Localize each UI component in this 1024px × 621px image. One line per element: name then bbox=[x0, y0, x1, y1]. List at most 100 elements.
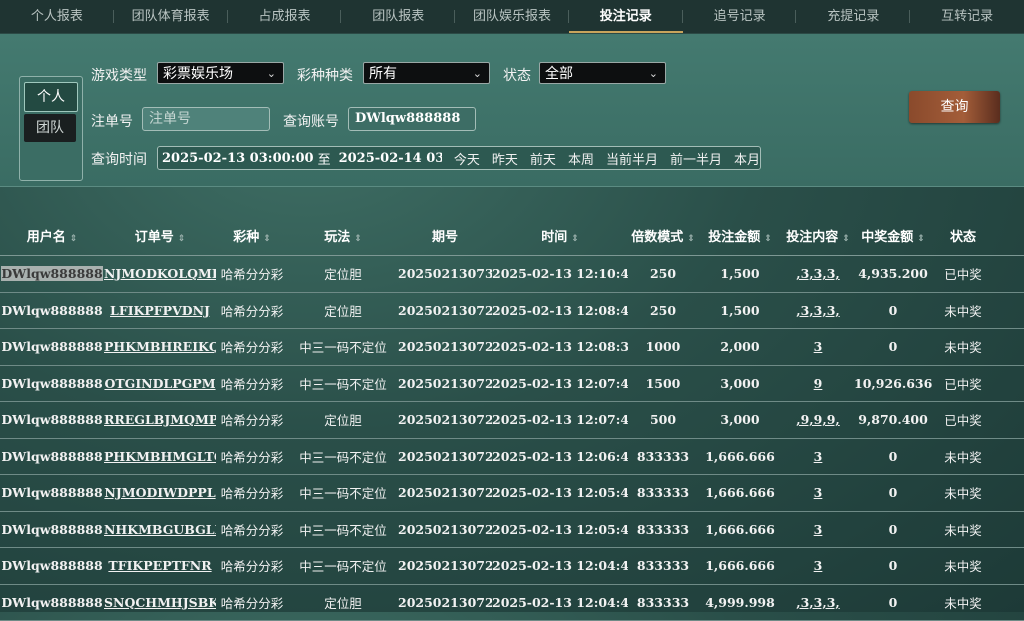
cell-multiplier: 250 bbox=[628, 303, 698, 318]
status-select[interactable]: 全部 ⌄ bbox=[539, 62, 666, 84]
quick-today[interactable]: 今天 bbox=[454, 149, 480, 168]
cell-bet-amount: 1,666.666 bbox=[698, 558, 782, 573]
sort-icon[interactable]: ⇕ bbox=[354, 234, 362, 244]
cell-bet-content[interactable]: ,3,3,3, bbox=[782, 595, 854, 610]
cell-bet-amount: 3,000 bbox=[698, 376, 782, 391]
cell-bet-amount: 1,500 bbox=[698, 303, 782, 318]
cell-lottery: 哈希分分彩 bbox=[216, 593, 288, 612]
tab-team-report[interactable]: 团队报表 bbox=[341, 0, 455, 33]
quick-yesterday[interactable]: 昨天 bbox=[492, 149, 518, 168]
cell-order-no[interactable]: NJMODKOLQML bbox=[104, 266, 216, 281]
scope-personal-button[interactable]: 个人 bbox=[24, 82, 78, 112]
cell-bet-content[interactable]: 9 bbox=[782, 376, 854, 391]
column-header-order-no[interactable]: 订单号⇕ bbox=[104, 226, 216, 245]
cell-order-no[interactable]: NJMODIWDPPL bbox=[104, 485, 216, 500]
cell-bet-content[interactable]: 3 bbox=[782, 449, 854, 464]
table-row: DWlqw888888LFIKPFPVDNJ哈希分分彩定位胆2025021307… bbox=[0, 293, 1024, 330]
quick-this-week[interactable]: 本周 bbox=[568, 149, 594, 168]
account-input[interactable]: DWlqw888888 bbox=[348, 107, 476, 131]
cell-status: 未中奖 bbox=[932, 447, 994, 466]
query-time-label: 查询时间 bbox=[91, 149, 147, 169]
cell-username: DWlqw888888 bbox=[0, 376, 104, 391]
column-header-lottery[interactable]: 彩种⇕ bbox=[216, 226, 288, 245]
cell-status: 未中奖 bbox=[932, 593, 994, 612]
cell-username: DWlqw888888 bbox=[0, 412, 104, 427]
lottery-type-select[interactable]: 所有 ⌄ bbox=[363, 62, 490, 84]
tab-transfer-records[interactable]: 互转记录 bbox=[910, 0, 1024, 33]
cell-order-no[interactable]: PHKMBHREIKQ bbox=[104, 339, 216, 354]
column-header-bet-amount[interactable]: 投注金额⇕ bbox=[698, 226, 782, 245]
tab-team-sports-report[interactable]: 团队体育报表 bbox=[114, 0, 228, 33]
query-button[interactable]: 查询 bbox=[909, 91, 1000, 123]
cell-bet-content[interactable]: ,3,3,3, bbox=[782, 303, 854, 318]
cell-bet-amount: 1,666.666 bbox=[698, 485, 782, 500]
cell-lottery: 哈希分分彩 bbox=[216, 374, 288, 393]
cell-order-no[interactable]: RREGLBJMQMP bbox=[104, 412, 216, 427]
sort-icon[interactable]: ⇕ bbox=[571, 234, 579, 244]
column-header-play[interactable]: 玩法⇕ bbox=[288, 226, 398, 245]
column-header-time[interactable]: 时间⇕ bbox=[492, 226, 628, 245]
cell-multiplier: 833333 bbox=[628, 595, 698, 610]
tab-chase-records[interactable]: 追号记录 bbox=[683, 0, 797, 33]
cell-bet-content[interactable]: 3 bbox=[782, 522, 854, 537]
cell-order-no[interactable]: LFIKPFPVDNJ bbox=[104, 303, 216, 318]
date-to[interactable]: 2025-02-14 03:00:00 bbox=[335, 151, 442, 166]
sort-icon[interactable]: ⇕ bbox=[178, 234, 186, 244]
tab-bet-records[interactable]: 投注记录 bbox=[569, 0, 683, 33]
cell-multiplier: 1000 bbox=[628, 339, 698, 354]
status-label: 状态 bbox=[503, 65, 531, 85]
date-range-picker[interactable]: 2025-02-13 03:00:00 至 2025-02-14 03:00:0… bbox=[157, 146, 761, 170]
column-header-bet-content[interactable]: 投注内容⇕ bbox=[782, 226, 854, 245]
game-type-select[interactable]: 彩票娱乐场 ⌄ bbox=[157, 62, 284, 84]
quick-current-half-month[interactable]: 当前半月 bbox=[606, 149, 658, 168]
table-row: DWlqw888888NJMODIWDPPL哈希分分彩中三一码不定位202502… bbox=[0, 475, 1024, 512]
quick-this-month[interactable]: 本月 bbox=[734, 149, 760, 168]
sort-icon[interactable]: ⇕ bbox=[687, 234, 695, 244]
scope-team-button[interactable]: 团队 bbox=[24, 114, 76, 142]
cell-order-no[interactable]: TFIKPEPTFNR bbox=[104, 558, 216, 573]
sort-icon[interactable]: ⇕ bbox=[842, 234, 850, 244]
table-row: DWlqw888888PHKMBHREIKQ哈希分分彩中三一码不定位202502… bbox=[0, 329, 1024, 366]
cell-bet-amount: 2,000 bbox=[698, 339, 782, 354]
sort-icon[interactable]: ⇕ bbox=[917, 234, 925, 244]
cell-issue: 202502130729 bbox=[398, 339, 492, 354]
sort-icon[interactable]: ⇕ bbox=[70, 234, 78, 244]
column-header-username[interactable]: 用户名⇕ bbox=[0, 226, 104, 245]
cell-bet-content[interactable]: 3 bbox=[782, 485, 854, 500]
cell-order-no[interactable]: SNQCHMHJSBK bbox=[104, 595, 216, 610]
cell-win-amount: 10,926.636 bbox=[854, 376, 932, 391]
order-number-input[interactable]: 注单号 bbox=[142, 107, 270, 131]
cell-bet-content[interactable]: 3 bbox=[782, 339, 854, 354]
cell-order-no[interactable]: OTGINDLPGPM bbox=[104, 376, 216, 391]
cell-status: 未中奖 bbox=[932, 337, 994, 356]
cell-play: 定位胆 bbox=[288, 593, 398, 612]
table-row: DWlqw888888TFIKPEPTFNR哈希分分彩中三一码不定位202502… bbox=[0, 548, 1024, 585]
cell-issue: 202502130726 bbox=[398, 485, 492, 500]
tab-team-entertainment-report[interactable]: 团队娱乐报表 bbox=[455, 0, 569, 33]
column-header-multiplier[interactable]: 倍数模式⇕ bbox=[628, 226, 698, 245]
cell-order-no[interactable]: PHKMBHMGLTQ bbox=[104, 449, 216, 464]
cell-username: DWlqw888888 bbox=[0, 449, 104, 464]
sort-icon[interactable]: ⇕ bbox=[263, 234, 271, 244]
cell-win-amount: 0 bbox=[854, 449, 932, 464]
date-from[interactable]: 2025-02-13 03:00:00 bbox=[158, 151, 314, 166]
cell-username: DWlqw888888 bbox=[0, 339, 104, 354]
column-header-win-amount[interactable]: 中奖金额⇕ bbox=[854, 226, 932, 245]
report-tabs: 个人报表 团队体育报表 占成报表 团队报表 团队娱乐报表 投注记录 追号记录 充… bbox=[0, 0, 1024, 34]
cell-multiplier: 500 bbox=[628, 412, 698, 427]
cell-bet-content[interactable]: ,9,9,9, bbox=[782, 412, 854, 427]
cell-bet-content[interactable]: 3 bbox=[782, 558, 854, 573]
quick-previous-half-month[interactable]: 前一半月 bbox=[670, 149, 722, 168]
tab-personal-report[interactable]: 个人报表 bbox=[0, 0, 114, 33]
tab-deposit-withdraw-records[interactable]: 充提记录 bbox=[796, 0, 910, 33]
cell-bet-content[interactable]: ,3,3,3, bbox=[782, 266, 854, 281]
table-row: DWlqw888888SNQCHMHJSBK哈希分分彩定位胆2025021307… bbox=[0, 585, 1024, 621]
cell-bet-amount: 4,999.998 bbox=[698, 595, 782, 610]
date-separator: 至 bbox=[314, 149, 335, 168]
quick-day-before[interactable]: 前天 bbox=[530, 149, 556, 168]
cell-time: 2025-02-13 12:06:44 bbox=[492, 449, 628, 464]
cell-order-no[interactable]: NHKMBGUBGLR bbox=[104, 522, 216, 537]
tab-share-report[interactable]: 占成报表 bbox=[228, 0, 342, 33]
cell-play: 中三一码不定位 bbox=[288, 374, 398, 393]
sort-icon[interactable]: ⇕ bbox=[764, 234, 772, 244]
